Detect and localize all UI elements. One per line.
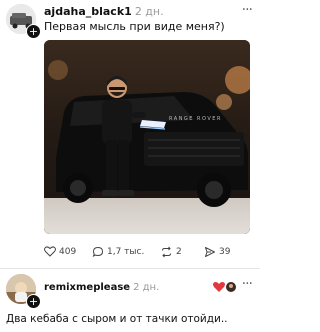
post-header: ajdaha_black1 2 дн. bbox=[44, 5, 164, 18]
post-caption: Два кебаба с сыром и от тачки отойди.. bbox=[6, 313, 228, 325]
like-count: 409 bbox=[59, 246, 77, 257]
comment-count: 1,7 тыс. bbox=[107, 247, 145, 257]
reaction-badge-icon bbox=[213, 281, 237, 293]
share-button[interactable]: 39 bbox=[204, 246, 230, 258]
divider bbox=[0, 268, 260, 269]
more-options-icon[interactable]: ··· bbox=[242, 276, 253, 292]
share-count: 39 bbox=[219, 247, 231, 257]
svg-text:RANGE ROVER: RANGE ROVER bbox=[169, 116, 222, 122]
send-arrow-icon bbox=[205, 247, 215, 257]
post-caption: Первая мысль при виде меня?) bbox=[44, 20, 225, 33]
comment-bubble-icon bbox=[92, 246, 104, 258]
heart-icon bbox=[44, 246, 56, 257]
more-options-icon[interactable]: ··· bbox=[242, 2, 253, 18]
timestamp: 2 дн. bbox=[134, 5, 164, 18]
post-actions: 409 1,7 тыс. 2 39 bbox=[44, 246, 254, 260]
follow-plus-icon[interactable]: + bbox=[26, 294, 41, 309]
repost-count: 2 bbox=[176, 247, 182, 257]
follow-plus-icon[interactable]: + bbox=[26, 24, 41, 39]
timestamp: 2 дн. bbox=[133, 282, 160, 293]
comment-button[interactable]: 1,7 тыс. bbox=[92, 246, 144, 258]
username[interactable]: remixmeplease bbox=[44, 282, 130, 293]
post-header: remixmeplease 2 дн. bbox=[44, 282, 159, 293]
username[interactable]: ajdaha_black1 bbox=[44, 5, 132, 18]
post-photo[interactable]: RANGE ROVER bbox=[44, 40, 250, 234]
repost-arrows-icon bbox=[162, 246, 171, 258]
repost-button[interactable]: 2 bbox=[160, 246, 182, 258]
like-button[interactable]: 409 bbox=[44, 246, 76, 257]
